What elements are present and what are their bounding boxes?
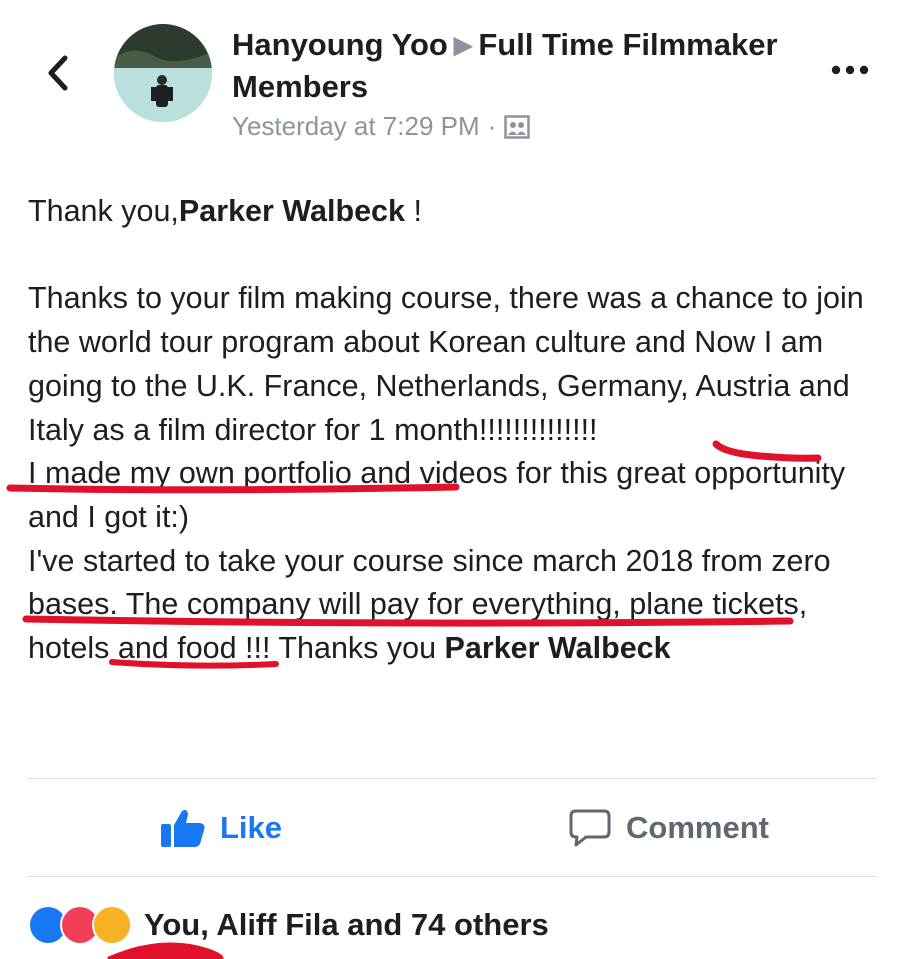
mention-parker-walbeck[interactable]: Parker Walbeck bbox=[179, 194, 405, 228]
play-arrow-icon: ▶ bbox=[453, 32, 473, 59]
back-button[interactable] bbox=[38, 48, 78, 98]
author-name[interactable]: Hanyoung Yoo bbox=[232, 27, 448, 62]
comment-label: Comment bbox=[626, 810, 769, 845]
divider-top bbox=[28, 778, 876, 779]
post-greeting: Thank you,Parker Walbeck ! bbox=[28, 190, 888, 234]
more-options-button[interactable] bbox=[828, 56, 872, 84]
greeting-suffix: ! bbox=[404, 194, 422, 228]
avatar-photo bbox=[114, 24, 212, 122]
comment-button[interactable]: Comment bbox=[568, 808, 769, 848]
like-button[interactable]: Like bbox=[160, 808, 282, 848]
wow-reaction-icon bbox=[92, 905, 132, 945]
post-meta: Yesterday at 7:29 PM · bbox=[232, 111, 531, 142]
course-text: I've started to take your course since m… bbox=[28, 543, 831, 666]
reaction-icons bbox=[28, 905, 132, 945]
post-paragraph: Thanks to your film making course, there… bbox=[28, 281, 864, 447]
mention-parker-walbeck-2[interactable]: Parker Walbeck bbox=[445, 631, 671, 665]
chevron-left-icon bbox=[48, 55, 68, 91]
more-dots-icon bbox=[831, 65, 869, 75]
divider-bottom bbox=[28, 876, 876, 877]
post-line-course: I've started to take your course since m… bbox=[28, 540, 888, 671]
avatar[interactable] bbox=[114, 24, 212, 122]
post-author: Hanyoung Yoo ▶ Full Time Filmmaker Members bbox=[232, 24, 792, 107]
annotation-heart-mark bbox=[107, 942, 224, 959]
greeting-text: Thank you, bbox=[28, 194, 179, 228]
group-audience-icon bbox=[504, 114, 531, 139]
post-timestamp[interactable]: Yesterday at 7:29 PM bbox=[232, 111, 480, 142]
reactions-text: You, Aliff Fila and 74 others bbox=[144, 907, 549, 942]
reactions-summary[interactable]: You, Aliff Fila and 74 others bbox=[28, 905, 549, 945]
thumbs-up-icon bbox=[161, 810, 205, 847]
like-label: Like bbox=[220, 810, 283, 845]
meta-separator: · bbox=[487, 111, 497, 141]
post-line-portfolio: I made my own portfolio and videos for t… bbox=[28, 456, 846, 534]
comment-bubble-icon bbox=[569, 809, 611, 847]
post-body: Thank you,Parker Walbeck ! Thanks to you… bbox=[28, 190, 888, 671]
